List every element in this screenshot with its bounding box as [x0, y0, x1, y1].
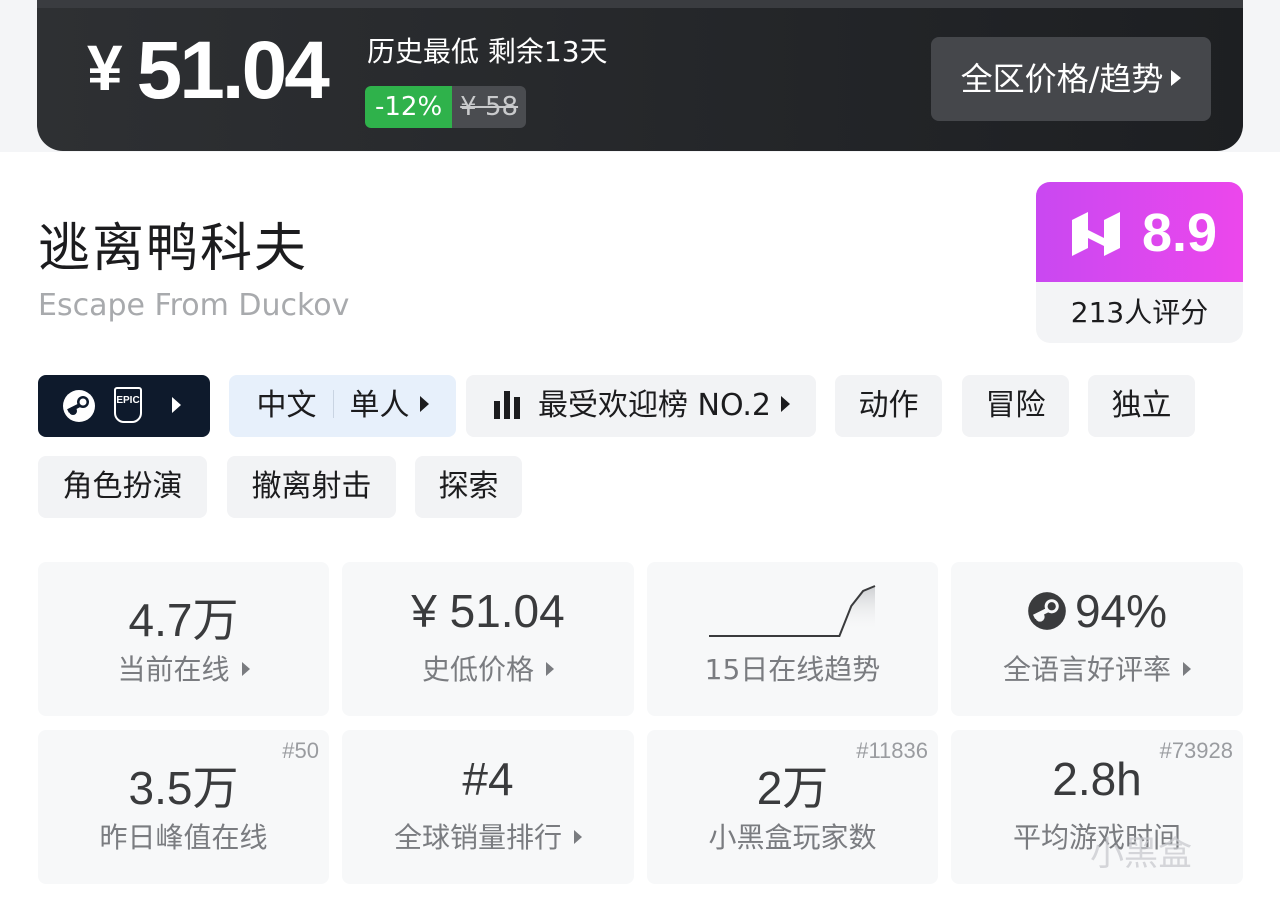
chevron-right-icon [1183, 662, 1191, 676]
stat-value: 3.5万 [128, 762, 239, 814]
platform-tag[interactable]: EPIC [38, 375, 210, 437]
genre-tag[interactable]: 动作 [835, 375, 942, 437]
genre-label: 撤离射击 [251, 469, 372, 504]
stat-label: 昨日峰值在线 [99, 821, 268, 854]
stat-value: #4 [462, 753, 514, 805]
steam-icon [1028, 592, 1066, 630]
language-label: 中文 [256, 388, 317, 423]
stat-label-wrap: 全球销量排行 [342, 816, 634, 856]
genre-label: 角色扮演 [62, 469, 183, 504]
stat-lowest-price[interactable]: ¥ 51.04 史低价格 [342, 562, 634, 716]
currency-symbol: ¥ [87, 32, 123, 104]
ranking-tag[interactable]: 最受欢迎榜 NO.2 [466, 375, 816, 437]
chevron-right-icon [574, 830, 582, 844]
genre-tag[interactable]: 冒险 [962, 375, 1069, 437]
steam-icon [63, 390, 95, 422]
stat-label: 全球销量排行 [393, 821, 562, 854]
online-trend-sparkline [709, 585, 876, 637]
stat-value-wrap: 94% [951, 584, 1243, 638]
stat-global-sales-rank[interactable]: #4 全球销量排行 [342, 730, 634, 884]
game-title: 逃离鸭科夫 [38, 219, 309, 279]
mode-label: 单人 [349, 388, 410, 423]
epic-games-icon: EPIC [114, 387, 142, 423]
stat-label-wrap: 当前在线 [38, 648, 329, 688]
language-mode-tag[interactable]: 中文 单人 [229, 375, 456, 437]
historical-low-note: 历史最低 剩余13天 [367, 35, 608, 68]
genre-tag[interactable]: 角色扮演 [38, 456, 207, 518]
original-price: ¥ 58 [452, 86, 527, 128]
heybox-logo-icon [1072, 212, 1120, 256]
genre-label: 冒险 [985, 388, 1046, 423]
stat-positive-rate[interactable]: 94% 全语言好评率 [951, 562, 1243, 716]
genre-label: 动作 [858, 388, 919, 423]
genre-label: 探索 [438, 469, 499, 504]
genre-tag[interactable]: 独立 [1088, 375, 1195, 437]
stat-online-trend[interactable]: 15日在线趋势 [647, 562, 938, 716]
rating-card-header: 8.9 [1036, 182, 1243, 282]
stat-current-online[interactable]: 4.7万 当前在线 [38, 562, 329, 716]
current-price-value: 51.04 [136, 25, 330, 116]
stat-value: ¥ 51.04 [411, 585, 565, 637]
genre-tag[interactable]: 撤离射击 [227, 456, 396, 518]
stat-label-wrap: 史低价格 [342, 648, 634, 688]
chevron-right-icon [172, 397, 181, 413]
all-regions-price-button[interactable]: 全区价格/趋势 [931, 37, 1211, 121]
rating-count: 213人评分 [1070, 296, 1209, 329]
stat-yesterday-peak[interactable]: #50 3.5万 昨日峰值在线 [38, 730, 329, 884]
rating-card[interactable]: 8.9 213人评分 [1036, 182, 1243, 343]
stat-heybox-players[interactable]: #11836 2万 小黑盒玩家数 [647, 730, 938, 884]
discount-percent: -12% [365, 86, 453, 128]
chevron-right-icon [241, 662, 250, 676]
all-regions-label: 全区价格/趋势 [960, 60, 1164, 98]
epic-games-label: EPIC [116, 395, 140, 406]
genre-tag[interactable]: 探索 [415, 456, 522, 518]
bar-chart-icon [494, 391, 520, 419]
stat-value: 2万 [756, 762, 829, 814]
banner-divider [37, 0, 1243, 8]
genre-label: 独立 [1111, 388, 1172, 423]
stat-label: 当前在线 [117, 653, 230, 686]
tag-divider [332, 390, 334, 418]
chevron-right-icon [1171, 70, 1182, 86]
stat-label: 小黑盒玩家数 [708, 821, 877, 854]
ranking-label: 最受欢迎榜 NO.2 [538, 388, 771, 423]
price-banner[interactable]: ¥51.04 历史最低 剩余13天 -12% ¥ 58 全区价格/趋势 [37, 0, 1243, 151]
stat-value: 94% [1074, 585, 1168, 637]
rating-score: 8.9 [1142, 203, 1218, 263]
chevron-right-icon [781, 396, 790, 412]
watermark: 小黑盒 [1090, 834, 1192, 874]
game-subtitle: Escape From Duckov [38, 288, 350, 323]
chevron-right-icon [419, 396, 429, 412]
stat-label: 史低价格 [421, 653, 534, 686]
stat-label: 15日在线趋势 [704, 653, 881, 686]
chevron-right-icon [546, 662, 554, 676]
stat-value: 4.7万 [128, 594, 239, 646]
stat-label-wrap: 全语言好评率 [951, 648, 1243, 688]
discount-badge: -12% ¥ 58 [365, 86, 527, 128]
current-price: ¥51.04 [87, 24, 330, 118]
stat-label: 全语言好评率 [1002, 653, 1171, 686]
stat-value: 2.8h [1052, 753, 1142, 805]
